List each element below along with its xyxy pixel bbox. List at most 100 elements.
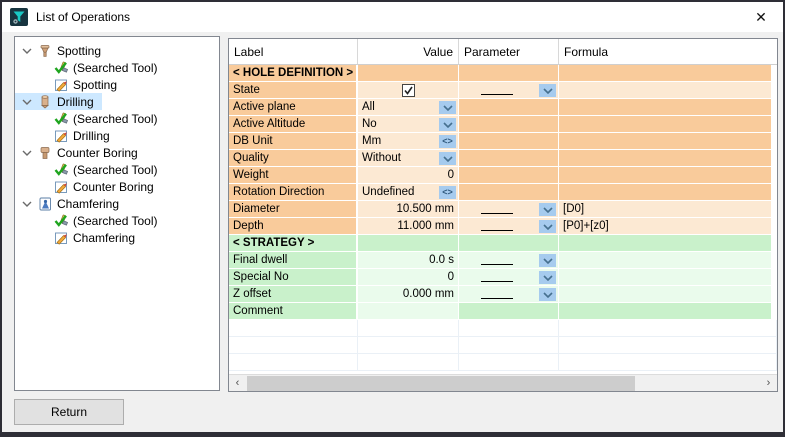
property-parameter[interactable] [459,218,559,235]
property-parameter[interactable] [459,252,559,269]
tree-item-chamfering[interactable]: Chamfering [15,195,127,212]
property-formula [559,133,777,150]
dropdown-button[interactable] [539,288,556,301]
dropdown-button[interactable] [539,271,556,284]
tree-item-counter-boring[interactable]: Counter Boring [15,144,146,161]
spinner-button[interactable]: <> [439,135,456,148]
dropdown-button[interactable] [539,84,556,97]
operation-sheet-icon [53,128,69,144]
section-cell [459,235,559,252]
empty-cell [559,337,777,354]
dropdown-button[interactable] [439,101,456,114]
property-formula: [D0] [559,201,777,218]
property-label: Active Altitude [229,116,358,133]
dropdown-button[interactable] [439,118,456,131]
scrollbar-thumb[interactable] [247,376,635,391]
empty-cell [559,320,777,337]
property-row-state: State [229,82,777,99]
tree-item-label: Spotting [57,43,101,59]
property-value[interactable]: 0 [358,167,459,184]
property-parameter[interactable] [459,269,559,286]
property-value[interactable]: 0.000 mm [358,286,459,303]
tree-item-spotting[interactable]: Spotting [15,76,125,93]
tree-item-drilling[interactable]: Drilling [15,93,102,110]
column-header-label: Label [229,39,358,65]
property-value[interactable] [358,82,459,99]
value-text: 10.500 mm [396,203,454,215]
tree-item-label: Chamfering [57,196,119,212]
tree-item-label: Drilling [73,128,110,144]
property-value[interactable]: 10.500 mm [358,201,459,218]
property-row-diameter: Diameter 10.500 mm [D0] [229,201,777,218]
checkbox-checked[interactable] [402,84,415,97]
property-row-final-dwell: Final dwell 0.0 s [229,252,777,269]
dropdown-button[interactable] [539,203,556,216]
property-value[interactable]: 0.0 s [358,252,459,269]
titlebar[interactable]: List of Operations ✕ [2,2,783,32]
tree-item-searched-tool[interactable]: (Searched Tool) [15,110,166,127]
value-text: All [362,101,375,113]
value-text: 0.0 s [429,254,454,266]
property-row-empty [229,354,777,371]
formula-text: [P0]+[z0] [563,220,609,232]
value-text: No [362,118,377,130]
empty-cell [358,320,459,337]
property-value[interactable]: Mm<> [358,133,459,150]
property-parameter[interactable] [459,201,559,218]
property-value[interactable]: 11.000 mm [358,218,459,235]
property-row-special-no: Special No0 [229,269,777,286]
property-row-hole-definition: < HOLE DEFINITION > [229,65,777,82]
tree-item-searched-tool[interactable]: (Searched Tool) [15,59,166,76]
dropdown-button[interactable] [439,152,456,165]
property-row-db-unit: DB UnitMm<> [229,133,777,150]
property-value[interactable]: Without [358,150,459,167]
close-button[interactable]: ✕ [751,7,771,27]
property-label: Final dwell [229,252,358,269]
searched-tool-icon [53,60,69,76]
tree-item-counter-boring[interactable]: Counter Boring [15,178,162,195]
chevron-down-icon[interactable] [19,99,34,105]
searched-tool-icon [53,162,69,178]
empty-cell [459,337,559,354]
property-label: Depth [229,218,358,235]
property-row-z-offset: Z offset0.000 mm [229,286,777,303]
property-parameter[interactable] [459,286,559,303]
return-button[interactable]: Return [14,399,124,425]
chevron-down-icon[interactable] [19,150,34,156]
dropdown-button[interactable] [539,220,556,233]
property-formula: [P0]+[z0] [559,218,777,235]
parameter-blank-slot [481,289,513,299]
property-row-quality: QualityWithout [229,150,777,167]
tree-item-chamfering[interactable]: Chamfering [15,229,143,246]
property-value[interactable]: Undefined<> [358,184,459,201]
chevron-down-icon[interactable] [19,201,34,207]
property-label: DB Unit [229,133,358,150]
property-value[interactable]: 0 [358,269,459,286]
tree-item-drilling[interactable]: Drilling [15,127,118,144]
tree-item-spotting[interactable]: Spotting [15,42,109,59]
section-cell [559,65,777,82]
property-label: Weight [229,167,358,184]
tree-item-searched-tool[interactable]: (Searched Tool) [15,212,166,229]
tree-item-searched-tool[interactable]: (Searched Tool) [15,161,166,178]
property-parameter[interactable] [459,82,559,99]
dropdown-button[interactable] [539,254,556,267]
formula-text: [D0] [563,203,584,215]
property-parameter [459,150,559,167]
property-value[interactable]: All [358,99,459,116]
property-label: Diameter [229,201,358,218]
property-value[interactable]: No [358,116,459,133]
property-value[interactable] [358,303,459,320]
spinner-button[interactable]: <> [439,186,456,199]
tree-item-label: (Searched Tool) [73,60,158,76]
empty-cell [229,354,358,371]
property-table-panel: Label Value Parameter Formula < HOLE DEF… [228,38,778,392]
scroll-right-icon[interactable]: › [760,375,777,391]
chevron-down-icon[interactable] [19,48,34,54]
empty-cell [358,354,459,371]
scroll-left-icon[interactable]: ‹ [229,375,246,391]
property-table-header: Label Value Parameter Formula [229,39,777,65]
tree-item-label: (Searched Tool) [73,162,158,178]
empty-cell [459,320,559,337]
horizontal-scrollbar[interactable]: ‹ › [229,374,777,391]
